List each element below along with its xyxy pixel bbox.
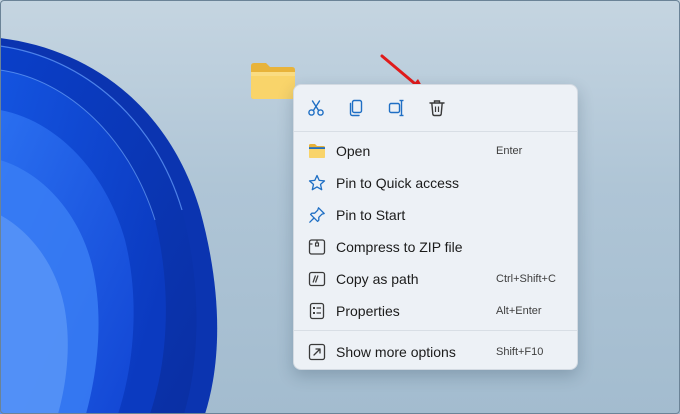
menu-item-shortcut: Shift+F10 xyxy=(496,346,544,358)
more-options-icon xyxy=(308,343,326,361)
menu-item-shortcut: Alt+Enter xyxy=(496,305,542,317)
menu-separator xyxy=(294,330,577,331)
menu-item-pin-quick-access[interactable]: Pin to Quick access xyxy=(300,168,571,198)
menu-item-label: Pin to Start xyxy=(336,207,406,223)
pin-icon xyxy=(309,207,325,223)
star-icon xyxy=(308,174,326,191)
menu-item-pin-start[interactable]: Pin to Start xyxy=(300,200,571,230)
menu-item-open[interactable]: Open Enter xyxy=(300,136,571,166)
folder-open-icon xyxy=(309,144,325,158)
rename-icon xyxy=(388,99,404,117)
menu-item-copy-as-path[interactable]: Copy as path Ctrl+Shift+C xyxy=(300,264,571,294)
context-menu-toolbar xyxy=(294,85,577,131)
menu-item-show-more-options[interactable]: Show more options Shift+F10 xyxy=(300,337,571,367)
menu-item-label: Open xyxy=(336,143,371,159)
menu-item-label: Show more options xyxy=(336,344,456,360)
menu-item-shortcut: Ctrl+Shift+C xyxy=(496,273,556,285)
toolbar-separator xyxy=(294,131,577,132)
copy-button[interactable] xyxy=(341,93,371,123)
menu-item-label: Copy as path xyxy=(336,271,419,287)
context-menu: Open Enter Pin to Quick access Pin to St… xyxy=(293,84,578,370)
menu-item-shortcut: Enter xyxy=(496,145,523,157)
folder-icon[interactable] xyxy=(250,62,296,100)
path-icon xyxy=(308,271,326,287)
zip-icon xyxy=(308,239,326,255)
properties-icon xyxy=(309,302,325,320)
menu-item-properties[interactable]: Properties Alt+Enter xyxy=(300,296,571,326)
windows-bloom-wallpaper xyxy=(0,38,218,414)
scissors-icon xyxy=(308,100,324,116)
menu-item-label: Pin to Quick access xyxy=(336,175,459,191)
cut-button[interactable] xyxy=(301,93,331,123)
menu-item-label: Properties xyxy=(336,303,400,319)
trash-icon xyxy=(429,100,445,117)
menu-item-compress-zip[interactable]: Compress to ZIP file xyxy=(300,232,571,262)
rename-button[interactable] xyxy=(382,93,412,123)
menu-item-label: Compress to ZIP file xyxy=(336,239,463,255)
delete-button[interactable] xyxy=(422,93,452,123)
copy-icon xyxy=(349,99,363,117)
